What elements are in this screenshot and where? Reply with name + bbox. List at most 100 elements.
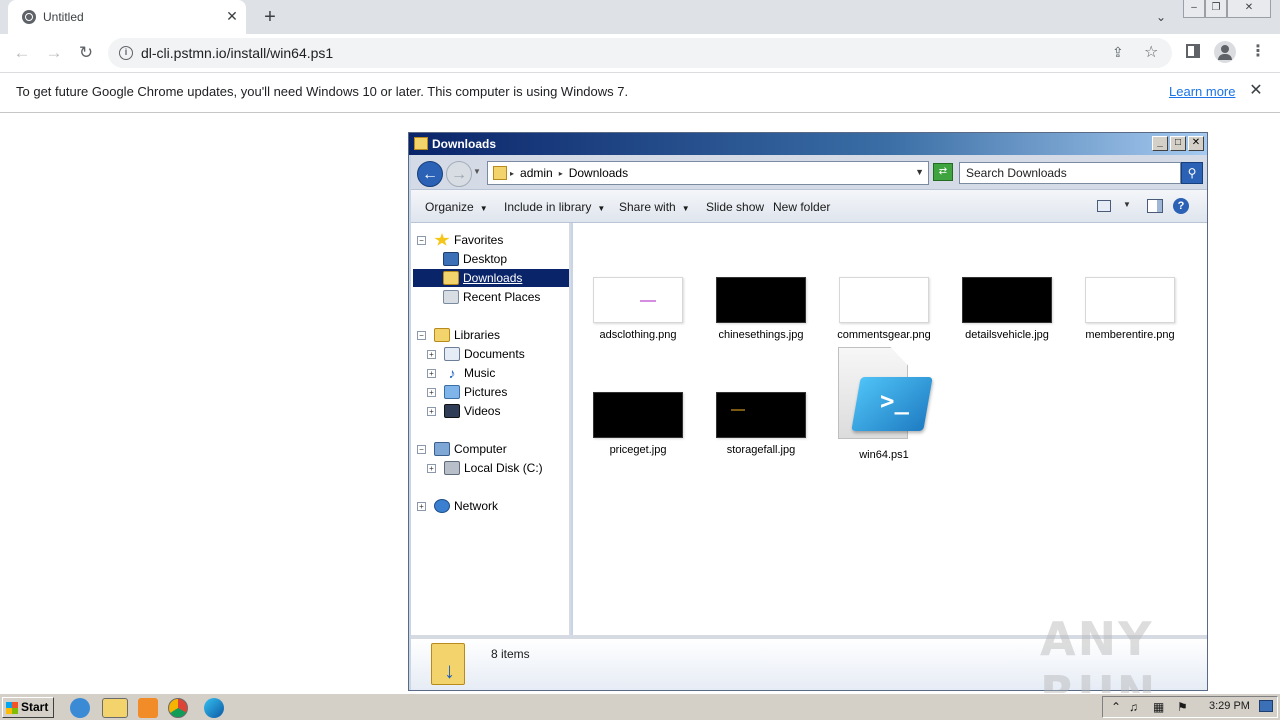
file-item[interactable]: chinesethings.jpg: [706, 277, 816, 341]
explorer-close-button[interactable]: ✕: [1188, 136, 1204, 151]
breadcrumb: ▸ admin ▸ Downloads: [510, 166, 628, 180]
collapse-icon[interactable]: −: [417, 444, 426, 454]
network-icon: [434, 499, 450, 513]
explorer-minimize-button[interactable]: _: [1152, 136, 1168, 151]
file-item[interactable]: memberentire.png: [1075, 277, 1185, 341]
clock[interactable]: 3:29 PM: [1209, 700, 1250, 712]
tab-search-chevron-icon[interactable]: ⌄: [1152, 8, 1170, 26]
slide-show-button[interactable]: Slide show: [706, 200, 764, 214]
view-options-dropdown-icon[interactable]: ▼: [1123, 200, 1131, 209]
explorer-back-icon[interactable]: ←: [417, 161, 443, 187]
tree-pictures[interactable]: + Pictures: [427, 383, 507, 401]
refresh-icon[interactable]: ⇄: [933, 163, 953, 181]
start-button[interactable]: Start: [2, 697, 54, 718]
profile-avatar-icon[interactable]: [1214, 41, 1236, 63]
search-input[interactable]: [960, 163, 1180, 183]
file-item-win64-ps1[interactable]: >_ win64.ps1: [829, 347, 939, 461]
side-panel-icon[interactable]: [1186, 44, 1200, 58]
expand-icon[interactable]: +: [427, 387, 436, 397]
collapse-icon[interactable]: −: [417, 235, 426, 245]
downloads-folder-icon: [493, 166, 507, 180]
explorer-address-bar[interactable]: ▸ admin ▸ Downloads ▼: [487, 161, 929, 185]
tree-computer[interactable]: − Computer: [417, 440, 507, 458]
expand-icon[interactable]: +: [427, 368, 436, 378]
breadcrumb-admin[interactable]: admin: [520, 166, 553, 180]
action-center-flag-icon[interactable]: ⚑: [1177, 700, 1188, 714]
file-item[interactable]: adsclothing.png: [583, 277, 693, 341]
file-item[interactable]: priceget.jpg: [583, 392, 693, 456]
dropdown-arrow-icon: ▼: [597, 204, 606, 213]
change-view-icon[interactable]: [1097, 200, 1111, 212]
downloads-folder-icon: [443, 271, 459, 285]
tree-label: Pictures: [464, 385, 508, 399]
tree-network[interactable]: + Network: [417, 497, 498, 515]
new-tab-button[interactable]: +: [259, 6, 281, 28]
tree-recent-places[interactable]: Recent Places: [443, 288, 540, 306]
tree-videos[interactable]: + Videos: [427, 402, 500, 420]
internet-explorer-icon[interactable]: [70, 698, 90, 718]
close-window-button[interactable]: ✕: [1227, 0, 1271, 18]
learn-more-link[interactable]: Learn more: [1169, 84, 1235, 99]
file-item[interactable]: commentsgear.png: [829, 277, 939, 341]
libraries-icon: [434, 328, 450, 342]
share-icon[interactable]: ⇪: [1112, 44, 1124, 61]
address-bar[interactable]: i dl-cli.pstmn.io/install/win64.ps1 ⇪ ☆: [108, 38, 1172, 68]
new-folder-button[interactable]: New folder: [773, 200, 830, 214]
breadcrumb-arrow-icon[interactable]: ▸: [510, 169, 514, 178]
tree-local-disk[interactable]: + Local Disk (C:): [427, 459, 543, 477]
breadcrumb-arrow-icon[interactable]: ▸: [559, 169, 563, 178]
minimize-button[interactable]: –: [1183, 0, 1205, 18]
kebab-menu-icon[interactable]: ⋮: [1250, 42, 1266, 62]
file-item[interactable]: detailsvehicle.jpg: [952, 277, 1062, 341]
tree-favorites[interactable]: − Favorites: [417, 231, 503, 249]
url-text[interactable]: dl-cli.pstmn.io/install/win64.ps1: [141, 45, 333, 61]
expand-icon[interactable]: +: [427, 463, 436, 473]
tree-libraries[interactable]: − Libraries: [417, 326, 500, 344]
network-tray-icon[interactable]: ▦: [1153, 700, 1164, 714]
restore-button[interactable]: ❐: [1205, 0, 1227, 18]
media-player-icon[interactable]: [138, 698, 158, 718]
expand-icon[interactable]: +: [417, 501, 426, 511]
music-note-icon: ♪: [448, 365, 456, 381]
bookmark-star-icon[interactable]: ☆: [1144, 42, 1158, 62]
new-folder-label: New folder: [773, 200, 831, 214]
include-in-library-menu[interactable]: Include in library ▼: [504, 200, 605, 214]
tree-music[interactable]: + ♪ Music: [427, 364, 495, 382]
chrome-icon[interactable]: [168, 698, 188, 718]
pictures-icon: [444, 385, 460, 399]
explorer-maximize-button[interactable]: □: [1170, 136, 1186, 151]
volume-icon[interactable]: ♫: [1129, 700, 1138, 714]
help-icon[interactable]: ?: [1173, 198, 1189, 214]
show-desktop-icon[interactable]: [1259, 700, 1273, 712]
taskbar: Start ⌃ ♫ ▦ ⚑ 3:29 PM: [0, 693, 1280, 720]
explorer-forward-icon[interactable]: →: [446, 161, 472, 187]
forward-arrow-icon[interactable]: →: [42, 41, 66, 65]
tree-desktop[interactable]: Desktop: [443, 250, 507, 268]
show-hidden-icons-icon[interactable]: ⌃: [1111, 700, 1121, 714]
window-controls: – ❐ ✕: [1183, 0, 1271, 18]
breadcrumb-downloads[interactable]: Downloads: [569, 166, 628, 180]
search-icon[interactable]: ⚲: [1181, 162, 1203, 184]
file-explorer-icon[interactable]: [102, 698, 128, 718]
collapse-icon[interactable]: −: [417, 330, 426, 340]
address-dropdown-icon[interactable]: ▼: [915, 167, 924, 177]
expand-icon[interactable]: +: [427, 406, 436, 416]
browser-tab[interactable]: Untitled ✕: [8, 0, 246, 34]
expand-icon[interactable]: +: [427, 349, 436, 359]
image-thumbnail: [593, 392, 683, 438]
recent-pages-chevron-icon[interactable]: ▼: [473, 167, 481, 176]
reload-icon[interactable]: ↻: [74, 41, 98, 65]
preview-pane-icon[interactable]: [1147, 199, 1163, 213]
back-arrow-icon[interactable]: ←: [10, 41, 34, 65]
tree-documents[interactable]: + Documents: [427, 345, 525, 363]
tab-close-icon[interactable]: ✕: [224, 8, 240, 24]
edge-icon[interactable]: [204, 698, 224, 718]
tree-label: Desktop: [463, 252, 508, 266]
file-item[interactable]: storagefall.jpg: [706, 392, 816, 456]
share-with-menu[interactable]: Share with ▼: [619, 200, 690, 214]
infobar-close-icon[interactable]: ✕: [1246, 81, 1266, 101]
tree-downloads[interactable]: Downloads: [413, 269, 569, 287]
organize-menu[interactable]: Organize ▼: [425, 200, 488, 214]
explorer-title-bar[interactable]: Downloads _ □ ✕: [409, 133, 1207, 155]
site-info-icon[interactable]: i: [119, 46, 133, 60]
